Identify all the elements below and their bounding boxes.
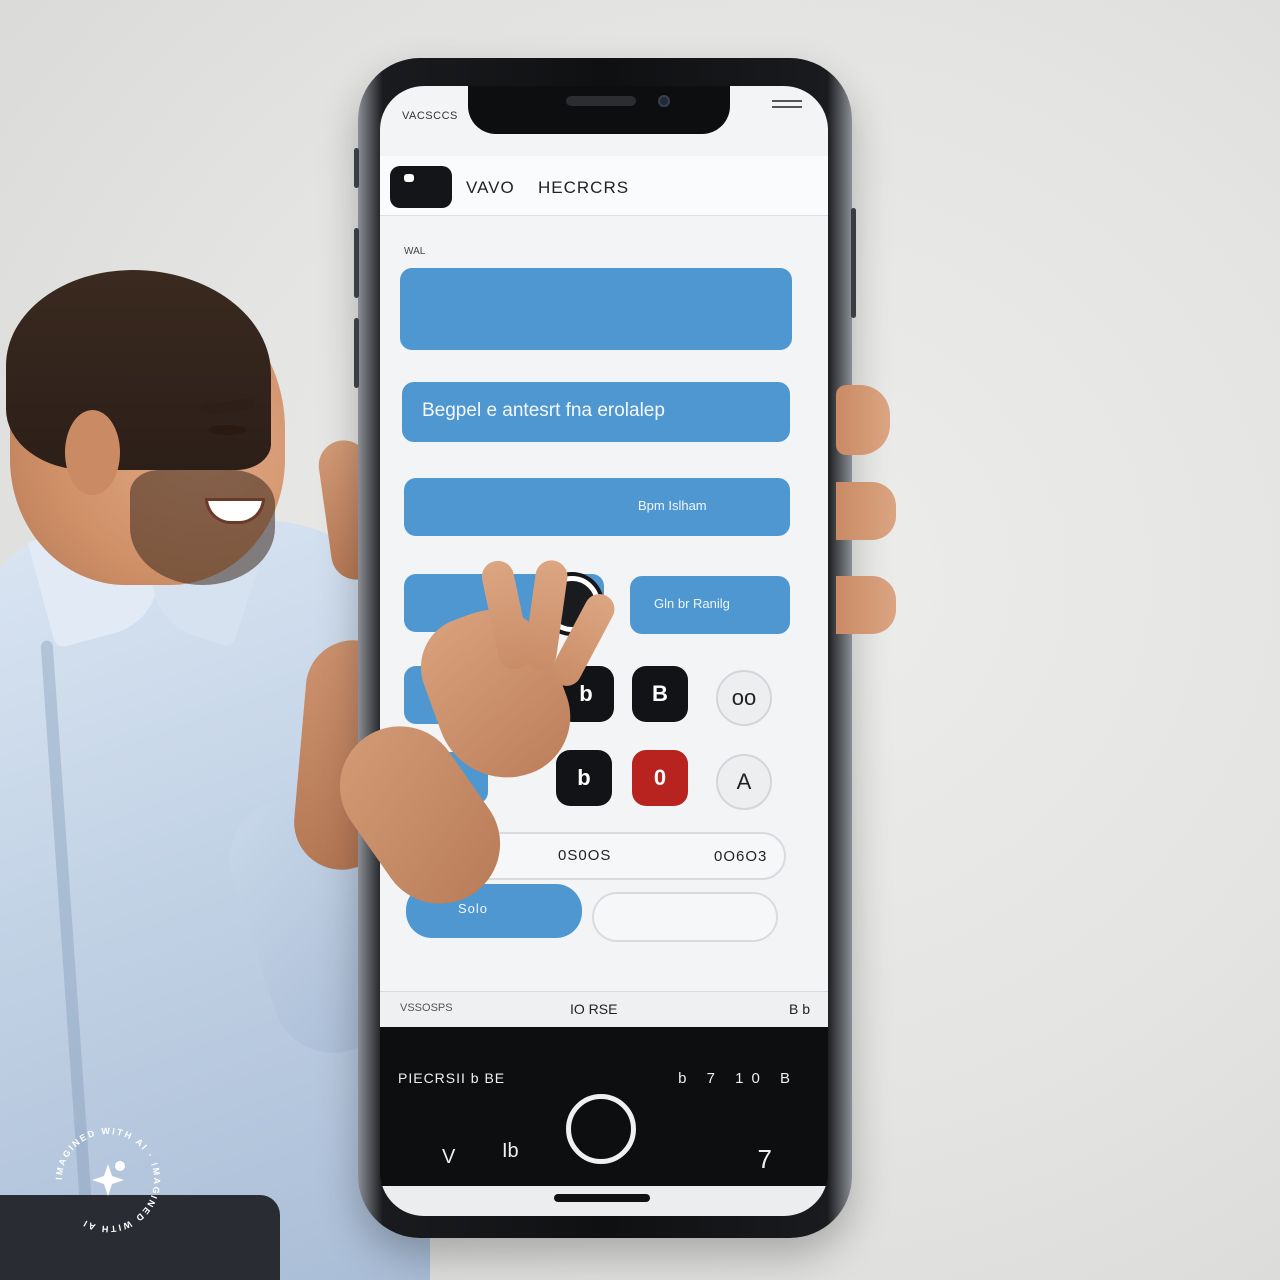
collar-right bbox=[136, 521, 264, 649]
key-4-label: b bbox=[577, 765, 591, 790]
hair bbox=[6, 270, 271, 470]
primary-option-button[interactable]: Begpel e antesrt fna erolalep bbox=[402, 382, 790, 442]
secondary-option-label: Bpm Islham bbox=[638, 498, 707, 513]
key-4[interactable]: b bbox=[556, 750, 612, 806]
value-pill-right: 0O6O3 bbox=[714, 848, 768, 865]
speaker-grille bbox=[566, 96, 636, 106]
key-2[interactable]: B bbox=[632, 666, 688, 722]
footer-bar: VSSOSPS IO RSE B b bbox=[380, 991, 828, 1027]
notch bbox=[468, 86, 730, 134]
key-6-label: A bbox=[736, 769, 752, 794]
key-1[interactable]: b bbox=[558, 666, 614, 722]
head bbox=[10, 285, 285, 585]
key-3-label: oo bbox=[731, 685, 757, 710]
secondary-pill-button[interactable] bbox=[592, 892, 778, 942]
signal-icon bbox=[772, 100, 802, 108]
home-button[interactable] bbox=[566, 1094, 636, 1164]
tab-left-lower-label: BIBI bbox=[422, 769, 447, 784]
footer-left-text: VSSOSPS bbox=[400, 1002, 453, 1014]
phone: VACSCCS VAVO HECRCRS WAL Begpel e antesr… bbox=[354, 58, 856, 1238]
key-6[interactable]: A bbox=[716, 754, 772, 810]
confirm-button[interactable]: Solo bbox=[406, 884, 582, 938]
dock-label: PIECRSII b BE bbox=[398, 1070, 506, 1086]
nav-back-icon[interactable]: V bbox=[442, 1146, 455, 1169]
smile bbox=[205, 498, 265, 524]
app-thumbnail[interactable] bbox=[390, 166, 452, 208]
nav-menu-icon[interactable]: Ib bbox=[502, 1140, 519, 1163]
record-button[interactable] bbox=[544, 576, 600, 632]
mute-switch bbox=[354, 148, 359, 188]
key-5-label: 0 bbox=[653, 765, 667, 790]
power-button bbox=[851, 208, 856, 318]
dock-icons[interactable]: b 7 10 B bbox=[678, 1070, 798, 1087]
section-label: WAL bbox=[404, 246, 426, 257]
header-subtitle: HECRCRS bbox=[538, 178, 630, 197]
key-1-label: b bbox=[579, 681, 593, 706]
collar-left bbox=[27, 511, 173, 649]
status-text: VACSCCS bbox=[402, 110, 458, 122]
neck bbox=[110, 470, 230, 580]
nav-forward-icon[interactable]: 7 bbox=[758, 1144, 772, 1175]
volume-down-button bbox=[354, 318, 359, 388]
footer-icons[interactable]: B b bbox=[789, 1001, 810, 1017]
primary-option-label: Begpel e antesrt fna erolalep bbox=[422, 400, 665, 421]
screen: VACSCCS VAVO HECRCRS WAL Begpel e antesr… bbox=[380, 86, 828, 1216]
right-option-button[interactable]: Gln br Ranilg bbox=[630, 576, 790, 634]
front-camera bbox=[658, 95, 670, 107]
app-header: VAVO HECRCRS bbox=[380, 156, 828, 216]
tab-left-lower[interactable]: BIBI bbox=[408, 752, 488, 804]
tab-left-upper[interactable] bbox=[404, 666, 494, 724]
eyebrow bbox=[199, 398, 256, 416]
shirt-fold bbox=[40, 640, 92, 1200]
value-pill[interactable]: 0S0OS 0O6O3 bbox=[406, 832, 786, 880]
eye bbox=[208, 425, 246, 435]
input-bar[interactable] bbox=[400, 268, 792, 350]
header-title: VAVO bbox=[466, 178, 515, 197]
key-5[interactable]: 0 bbox=[632, 750, 688, 806]
key-2-label: B bbox=[652, 681, 668, 706]
app-area: VACSCCS VAVO HECRCRS WAL Begpel e antesr… bbox=[380, 86, 828, 1027]
secondary-option-button[interactable]: Bpm Islham bbox=[404, 478, 790, 536]
home-indicator[interactable] bbox=[554, 1194, 650, 1202]
key-3[interactable]: oo bbox=[716, 670, 772, 726]
volume-up-button bbox=[354, 228, 359, 298]
confirm-button-label: Solo bbox=[458, 901, 489, 916]
ear bbox=[65, 410, 120, 495]
beard bbox=[130, 470, 275, 585]
right-option-label: Gln br Ranilg bbox=[654, 596, 730, 611]
sparkle-dot-icon bbox=[115, 1161, 125, 1171]
footer-title: IO RSE bbox=[570, 1001, 618, 1017]
value-pill-left: 0S0OS bbox=[558, 847, 612, 864]
watermark-logo: IMAGINED WITH AI · IMAGINED WITH AI bbox=[54, 1126, 160, 1234]
